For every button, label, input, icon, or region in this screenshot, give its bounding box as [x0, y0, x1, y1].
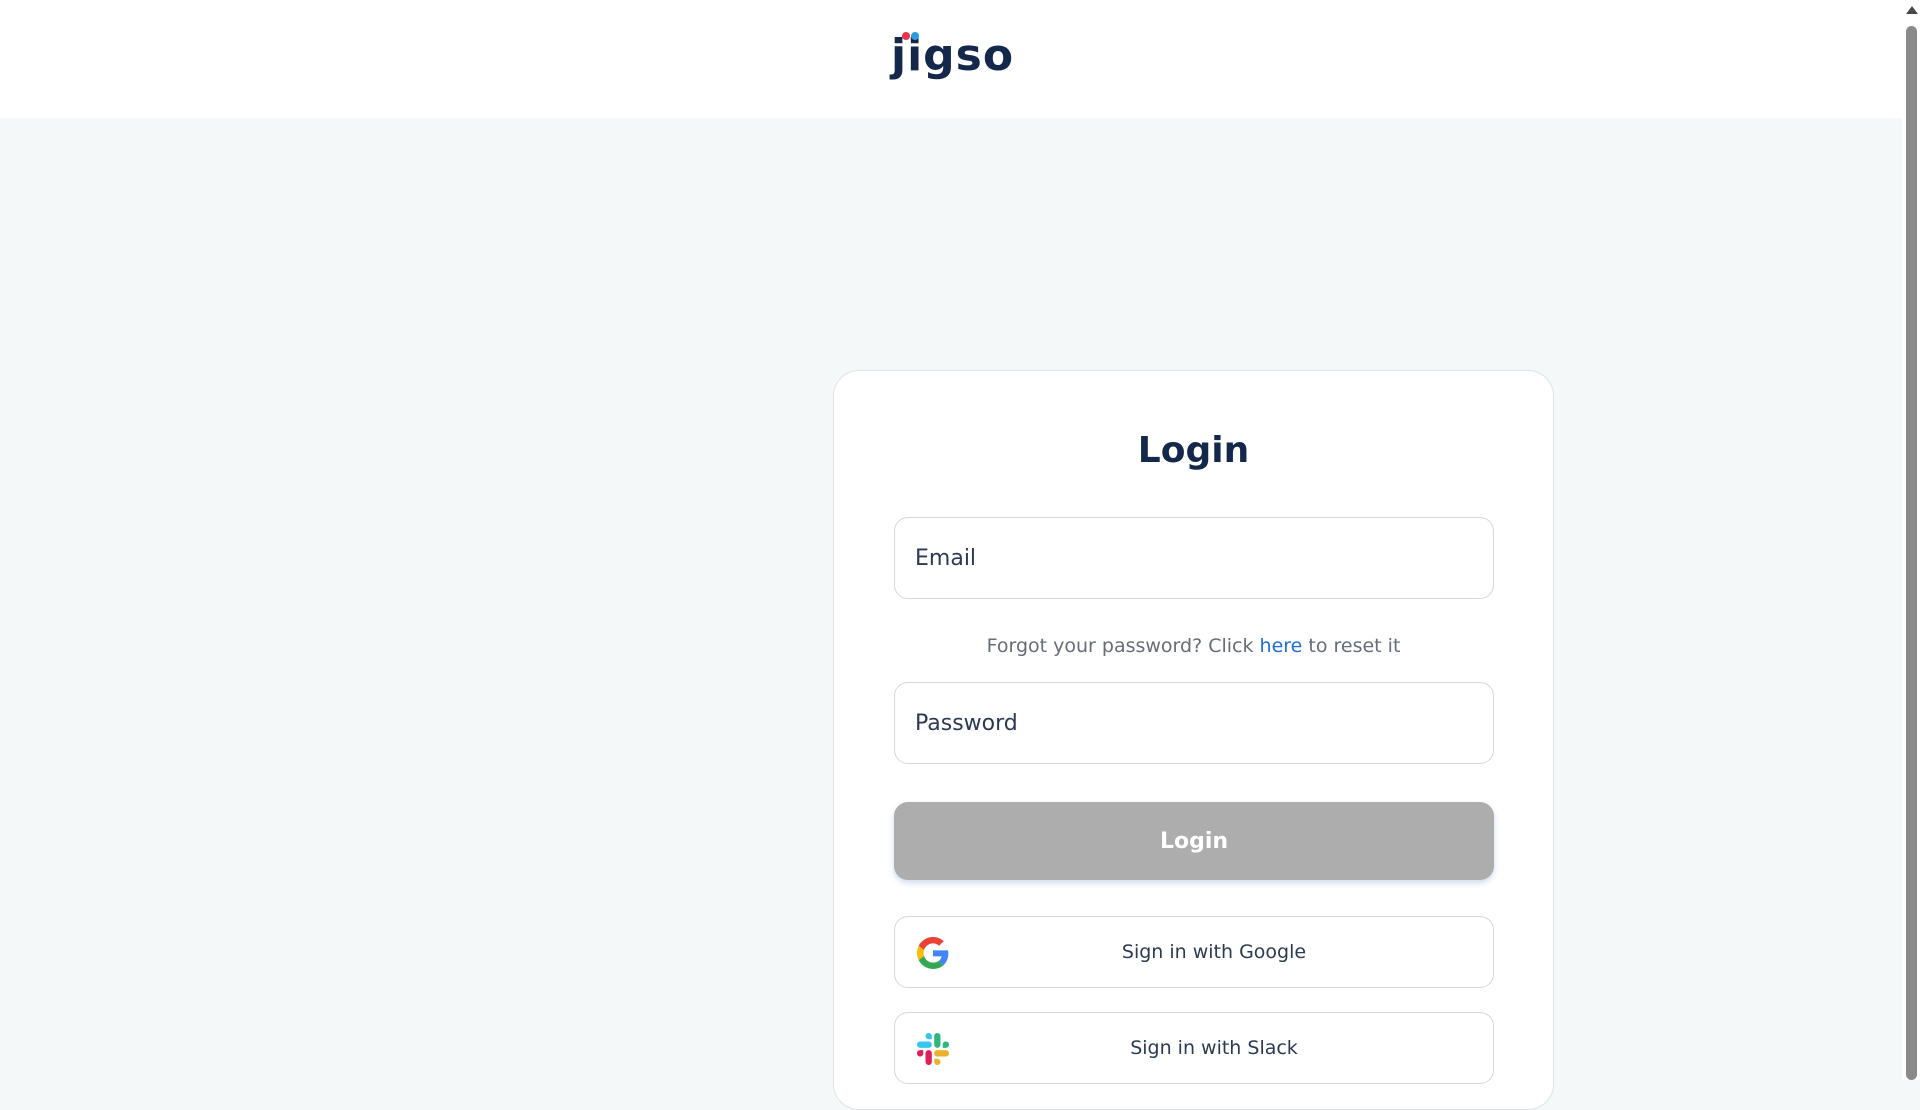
forgot-password-text: Forgot your password? Click here to rese…	[834, 633, 1553, 659]
slack-signin-button[interactable]: Sign in with Slack	[894, 1012, 1494, 1084]
login-button[interactable]: Login	[894, 802, 1494, 880]
jigso-logo[interactable]: jigso	[891, 28, 1016, 84]
forgot-password-prefix: Forgot your password? Click	[986, 635, 1260, 657]
vertical-scrollbar[interactable]	[1902, 0, 1920, 1080]
google-signin-button[interactable]: Sign in with Google	[894, 916, 1494, 988]
scroll-up-arrow-icon[interactable]	[1906, 6, 1918, 14]
top-header: jigso	[0, 0, 1902, 118]
login-card: Login Forgot your password? Click here t…	[833, 370, 1554, 1110]
reset-password-link[interactable]: here	[1260, 635, 1303, 657]
scrollbar-thumb[interactable]	[1906, 26, 1917, 1080]
email-input[interactable]	[895, 518, 1493, 598]
google-signin-label: Sign in with Google	[1121, 941, 1307, 963]
forgot-password-suffix: to reset it	[1302, 635, 1401, 657]
login-title: Login	[1137, 430, 1250, 471]
logo-dots-icon	[902, 32, 922, 42]
slack-signin-label: Sign in with Slack	[1130, 1037, 1298, 1059]
email-field[interactable]	[894, 517, 1494, 599]
password-field[interactable]	[894, 682, 1494, 764]
password-input[interactable]	[895, 683, 1493, 763]
